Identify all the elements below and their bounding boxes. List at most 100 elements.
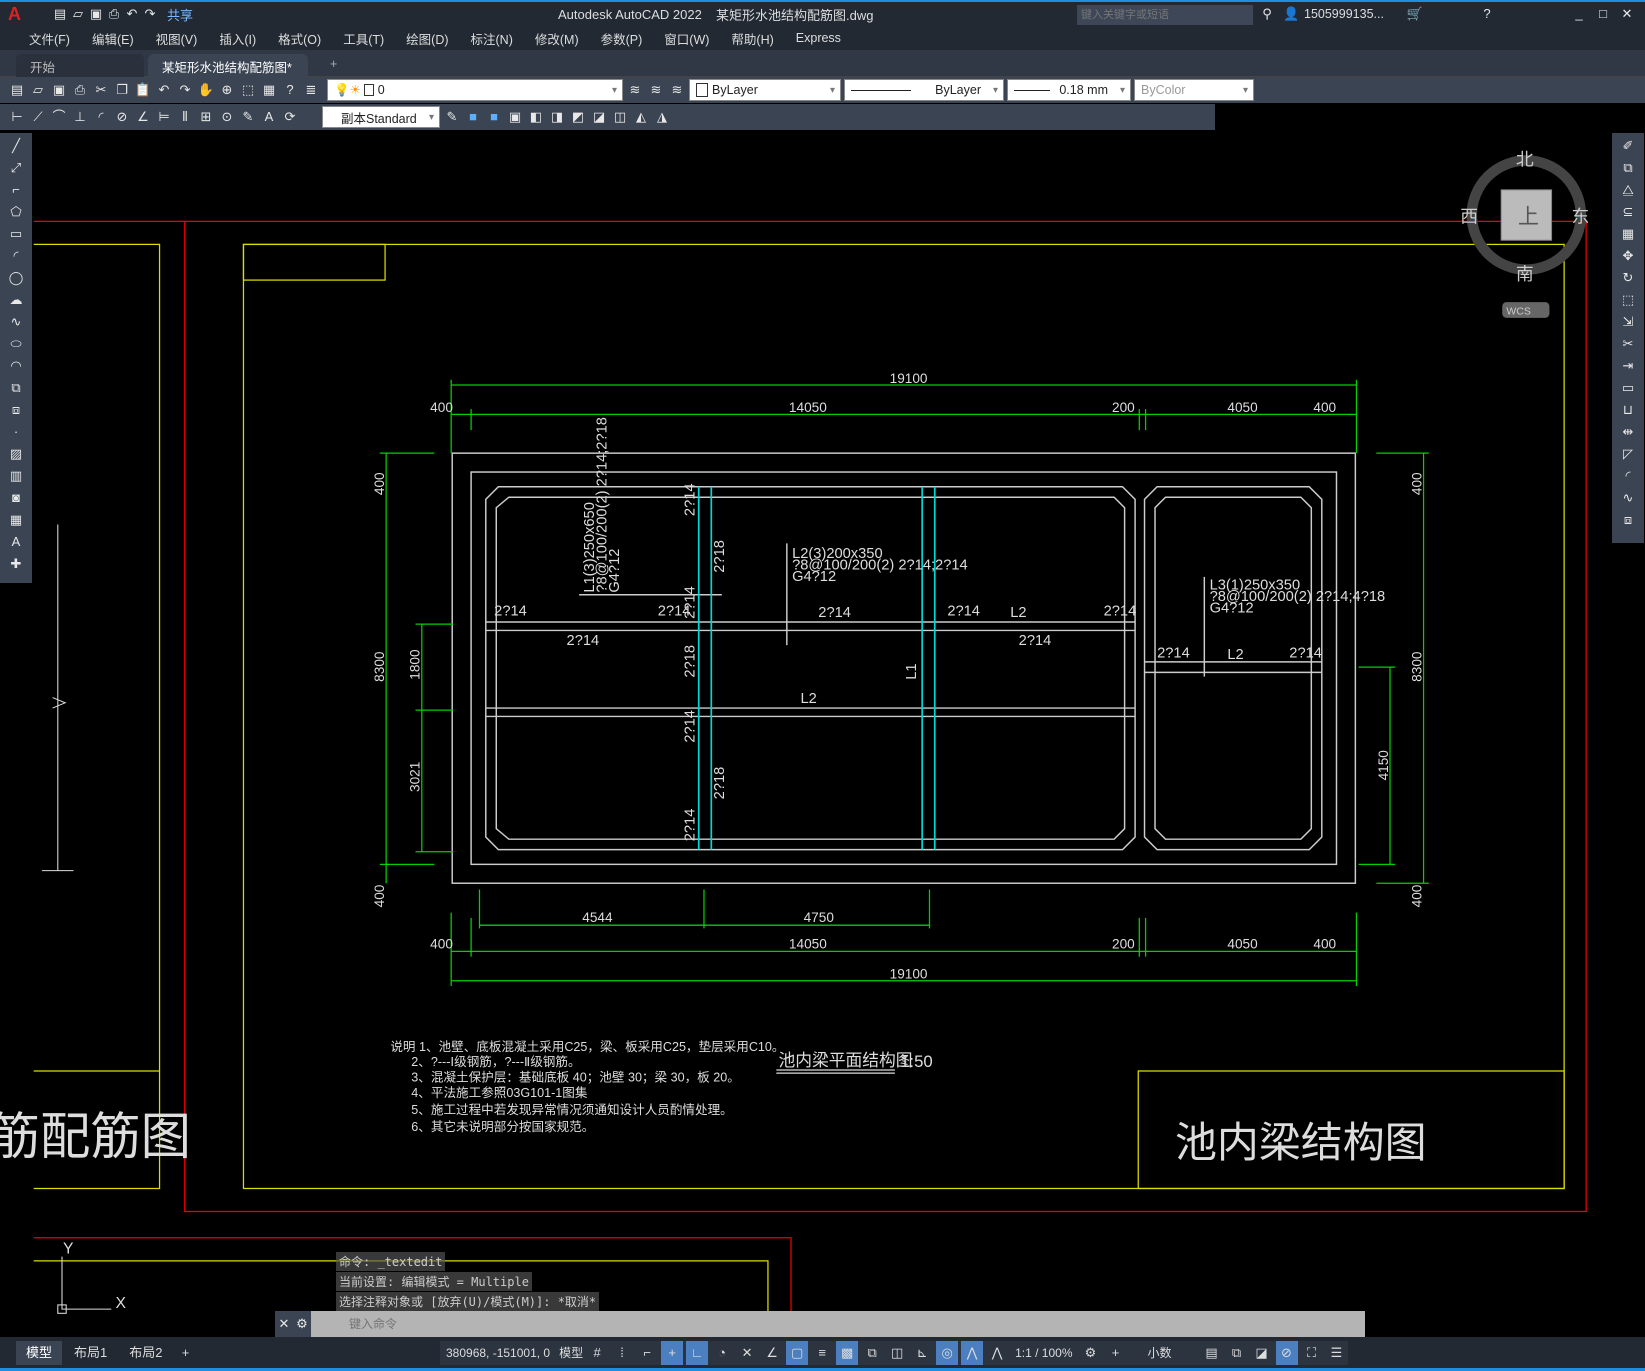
units-dropdown[interactable]: 小数 [1129,1341,1197,1365]
close-command-icon[interactable]: ✕ [275,1315,293,1333]
trim-icon[interactable]: ✂ [1619,335,1637,353]
construction-line-icon[interactable]: ⤢ [7,159,25,177]
stretch-icon[interactable]: ⇲ [1619,313,1637,331]
section-icon[interactable]: ◫ [611,108,629,126]
revolve-icon[interactable]: ◩ [569,108,587,126]
diameter-icon[interactable]: ⊘ [113,108,131,126]
customize-icon[interactable]: ⚙ [293,1315,311,1333]
menu-format[interactable]: 格式(O) [267,29,332,48]
menu-view[interactable]: 视图(V) [145,29,209,48]
share-button[interactable]: 共享 [167,5,193,24]
auto-scale-icon[interactable]: ⋀ [986,1341,1008,1365]
angular-icon[interactable]: ∠ [134,108,152,126]
layout-tab-2[interactable]: 布局2 [119,1341,172,1365]
shell-icon[interactable]: ◮ [653,108,671,126]
fillet-edge-icon[interactable]: ◭ [632,108,650,126]
circle-icon[interactable]: ◯ [7,269,25,287]
lineweight-icon[interactable]: ≡ [811,1341,833,1365]
layer-dropdown[interactable]: 💡☀ 0 ▾ [327,79,623,101]
zoom-window-icon[interactable]: ⬚ [239,81,257,99]
intersect-icon[interactable]: ◧ [527,108,545,126]
continue-icon[interactable]: ⫴ [176,108,194,126]
plotstyle-dropdown[interactable]: ByColor ▾ [1134,79,1254,101]
spline-icon[interactable]: ∿ [7,313,25,331]
menu-edit[interactable]: 编辑(E) [81,29,145,48]
rotate-icon[interactable]: ↻ [1619,269,1637,287]
save-icon[interactable]: ▣ [50,81,68,99]
cut-icon[interactable]: ✂ [92,81,110,99]
selection-cycling-icon[interactable]: ⧉ [861,1341,883,1365]
maximize-icon[interactable]: □ [1594,5,1612,23]
ellipse-arc-icon[interactable]: ◠ [7,357,25,375]
model-space-button[interactable]: 模型 [559,1341,583,1365]
3d-osnap-icon[interactable]: ◫ [886,1341,908,1365]
redo-icon[interactable]: ↷ [141,5,159,23]
point-icon[interactable]: · [7,423,25,441]
minimize-icon[interactable]: _ [1570,5,1588,23]
open-icon[interactable]: ▱ [29,81,47,99]
dimstyle-dropdown[interactable]: 副本Standard ▾ [322,106,440,128]
ellipse-icon[interactable]: ⬭ [7,335,25,353]
join2-icon[interactable]: ⇹ [1619,423,1637,441]
menu-insert[interactable]: 插入(I) [208,29,267,48]
explode-icon[interactable]: ⧈ [1619,511,1637,529]
hardware-acceleration-icon[interactable]: ⊘ [1275,1341,1298,1365]
search-input[interactable] [1077,5,1253,25]
dimstyle-icon[interactable]: ✎ [443,108,461,126]
move-icon[interactable]: ✥ [1619,247,1637,265]
isodraft-icon[interactable]: ∠ [761,1341,783,1365]
print-icon[interactable]: ⎙ [105,5,123,23]
arc-dim-icon[interactable]: ⌒ [50,108,68,126]
menu-parameters[interactable]: 参数(P) [590,29,654,48]
print-icon[interactable]: ⎙ [71,81,89,99]
isolate-icon[interactable]: ◪ [1251,1341,1273,1365]
pan-icon[interactable]: ✋ [197,81,215,99]
annotation-monitor-icon[interactable]: ◎ [936,1341,959,1365]
dim-edit-icon[interactable]: ✎ [239,108,257,126]
3d-box-icon[interactable]: ■ [464,108,482,126]
open-icon[interactable]: ▱ [69,5,87,23]
workspace-gear-icon[interactable]: ⚙ [1079,1341,1101,1365]
undo-icon[interactable]: ↶ [123,5,141,23]
menu-tools[interactable]: 工具(T) [332,29,395,48]
aligned-dim-icon[interactable]: ⟋ [29,108,47,126]
erase-icon[interactable]: ✐ [1619,137,1637,155]
line-icon[interactable]: ╱ [7,137,25,155]
annotate-plus-icon[interactable]: + [1104,1341,1126,1365]
menu-dimension[interactable]: 标注(N) [460,29,524,48]
help-icon[interactable]: ? [281,81,299,99]
clean-screen-icon[interactable]: ⛶ [1301,1341,1323,1365]
redo-icon[interactable]: ↷ [176,81,194,99]
menu-modify[interactable]: 修改(M) [524,29,590,48]
snap-icon[interactable]: ⁞ [611,1341,633,1365]
paste-icon[interactable]: 📋 [134,81,152,99]
add-layout-button[interactable]: + [174,1341,196,1365]
layer-previous-icon[interactable]: ≋ [647,81,665,99]
join-icon[interactable]: ⊔ [1619,401,1637,419]
zoom-icon[interactable]: ⊕ [218,81,236,99]
linetype-dropdown[interactable]: ByLayer ▾ [844,79,1004,101]
gradient-icon[interactable]: ▥ [7,467,25,485]
copy-icon[interactable]: ❐ [113,81,131,99]
region-icon[interactable]: ◙ [7,489,25,507]
infer-icon[interactable]: ⌐ [636,1341,658,1365]
fillet-icon[interactable]: ◜ [1619,467,1637,485]
annotation-visibility-icon[interactable]: ⋀ [961,1341,984,1365]
layer-match-icon[interactable]: ≋ [626,81,644,99]
extend-icon[interactable]: ⇥ [1619,357,1637,375]
menu-window[interactable]: 窗口(W) [653,29,720,48]
layout-tab-1[interactable]: 布局1 [64,1341,117,1365]
extrude-icon[interactable]: ◨ [548,108,566,126]
quick-properties-icon[interactable]: ▤ [1201,1341,1223,1365]
ucs-dynamic-icon[interactable]: ⊾ [911,1341,933,1365]
table-icon[interactable]: ▦ [7,511,25,529]
viewcube[interactable]: 上 北 南 东 西 WCS [1460,150,1589,318]
menu-help[interactable]: 帮助(H) [720,29,784,48]
array-icon[interactable]: ▦ [1619,225,1637,243]
autocad-logo[interactable]: A [8,4,21,25]
chamfer-icon[interactable]: ◸ [1619,445,1637,463]
ortho-icon[interactable]: ∟ [686,1341,709,1365]
lineweight-dropdown[interactable]: 0.18 mm ▾ [1007,79,1131,101]
dim-update-icon[interactable]: ⟳ [281,108,299,126]
layer-icon[interactable]: ≣ [302,81,320,99]
